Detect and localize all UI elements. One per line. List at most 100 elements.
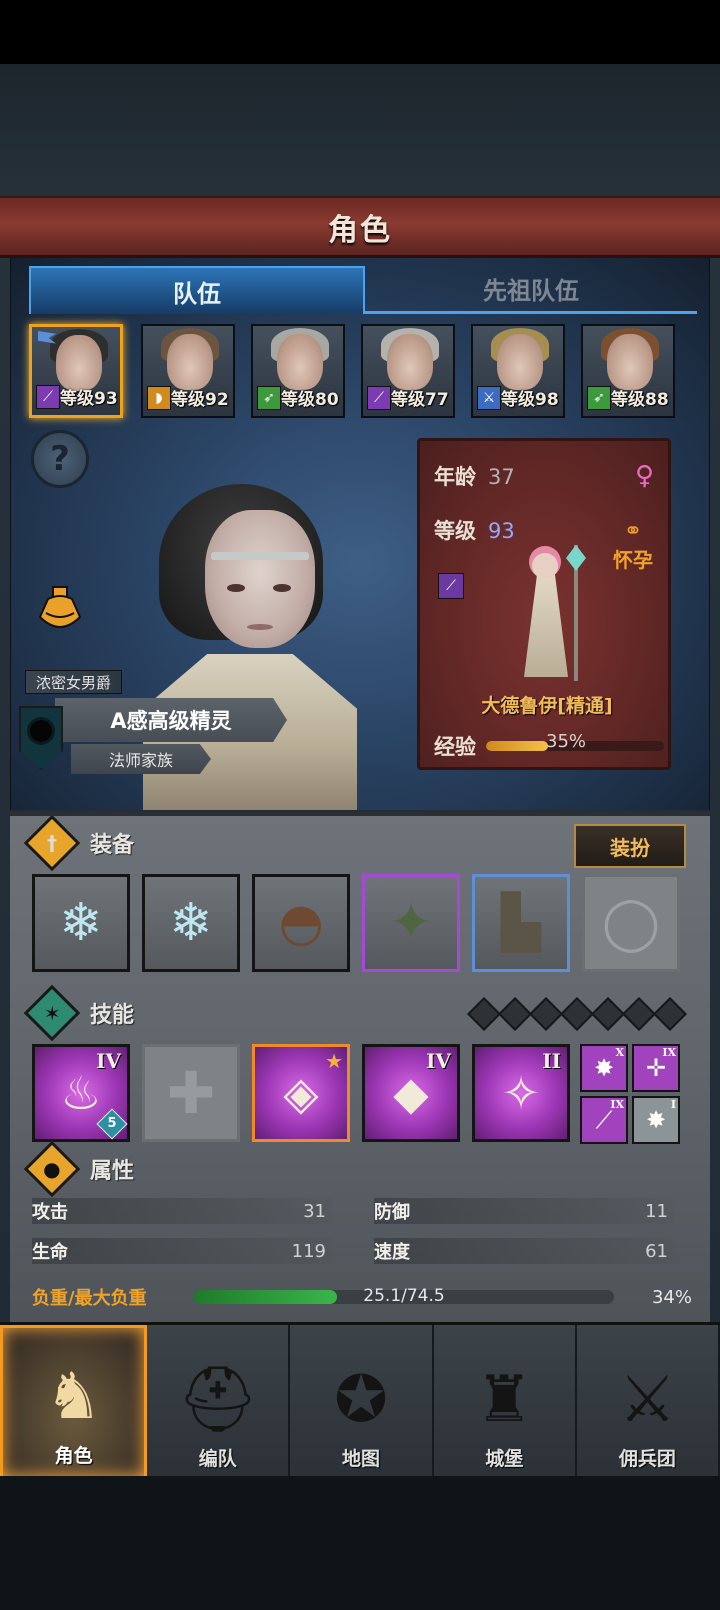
staff-icon: ⟋ xyxy=(36,385,60,409)
passive-skill-1[interactable]: ✸ X xyxy=(580,1044,628,1092)
character-info-card: 年龄 37 ♀ 等级 93 ⚭ 怀孕 ⟋ 大德鲁伊[精通] 经验 35% xyxy=(417,438,671,770)
skill-slot-3[interactable]: ◈ ★ xyxy=(252,1044,350,1142)
age-value: 37 xyxy=(488,465,515,489)
passive-skill-2[interactable]: ✛ IX xyxy=(632,1044,680,1092)
skill-slot-1[interactable]: ♨ IV 5 xyxy=(32,1044,130,1142)
dagger-icon: † xyxy=(23,814,81,872)
member-level: 等级88 xyxy=(611,390,669,410)
passive-skill-4[interactable]: ✸ I xyxy=(632,1096,680,1144)
stat-defense: 防御 11 xyxy=(374,1198,674,1224)
nav-mercenary[interactable]: ⚔ 佣兵团 xyxy=(576,1325,720,1479)
equipment-slot-body[interactable]: ✦ xyxy=(362,874,460,972)
member-portrait xyxy=(387,334,433,390)
pregnancy-label: 怀孕 xyxy=(613,548,653,572)
nav-label: 城堡 xyxy=(485,1448,524,1470)
skill-slot-5[interactable]: ✧ II xyxy=(472,1044,570,1142)
nav-formation[interactable]: ⛑ 编队 xyxy=(147,1325,291,1479)
skill-rank: I xyxy=(670,1098,676,1111)
member-level: 等级93 xyxy=(60,389,118,409)
level-label: 等级 xyxy=(434,519,476,543)
class-figure xyxy=(516,545,586,685)
star-burst-icon: ✶ xyxy=(23,984,81,1042)
exp-label: 经验 xyxy=(434,735,476,759)
rings-icon: ⚭ xyxy=(623,519,643,544)
load-value: 25.1/74.5 xyxy=(363,1286,445,1306)
character-eye xyxy=(227,584,245,592)
help-button[interactable]: ? xyxy=(31,430,89,488)
character-name[interactable]: A感高级精灵 xyxy=(55,698,287,742)
bow-icon: ➶ xyxy=(257,386,281,410)
skill-slot-2[interactable]: ✚ xyxy=(142,1044,240,1142)
age-label: 年龄 xyxy=(434,465,476,489)
knight-icon: ♞ xyxy=(44,1360,103,1434)
attributes-label: 属性 xyxy=(90,1159,135,1184)
stat-label: 攻击 xyxy=(32,1202,68,1223)
team-member-6[interactable]: ➶ 等级88 xyxy=(581,324,675,418)
holy-spear-icon: ✧ xyxy=(501,1066,541,1120)
skill-slot-4[interactable]: ◆ IV xyxy=(362,1044,460,1142)
equipment-slot-head[interactable]: ◓ xyxy=(252,874,350,972)
stat-label: 速度 xyxy=(374,1242,410,1263)
character-lips xyxy=(247,624,273,630)
gem-slot-icon xyxy=(653,997,687,1031)
equipment-slot-offhand[interactable]: ❄ xyxy=(142,874,240,972)
fire-icon: ♨ xyxy=(60,1066,102,1120)
member-level: 等级80 xyxy=(281,390,339,410)
level-value: 93 xyxy=(488,519,515,543)
equipment-label: 装备 xyxy=(90,833,135,858)
nav-label: 佣兵团 xyxy=(618,1448,676,1470)
bottom-navigation: ♞ 角色 ⛑ 编队 ✪ 地图 ♜ 城堡 ⚔ 佣兵团 xyxy=(0,1322,720,1479)
team-member-1[interactable]: ⟋ 等级93 xyxy=(29,324,123,418)
boots-icon: ▙ xyxy=(501,893,541,953)
skill-gem-slots xyxy=(467,997,687,1031)
tab-ancestor-team[interactable]: 先祖队伍 xyxy=(365,266,697,314)
team-member-3[interactable]: ➶ 等级80 xyxy=(251,324,345,418)
passive-skill-grid: ✸ X ✛ IX ⟋ IX ✸ I xyxy=(580,1044,682,1144)
nav-map[interactable]: ✪ 地图 xyxy=(290,1325,434,1479)
system-navigation-area xyxy=(0,1476,720,1610)
team-member-4[interactable]: ⟋ 等级77 xyxy=(361,324,455,418)
mercenary-icon: ⚔ xyxy=(618,1363,677,1437)
gem-slot-icon xyxy=(529,997,563,1031)
team-member-5[interactable]: ⚔ 等级98 xyxy=(471,324,565,418)
member-level: 等级77 xyxy=(391,390,449,410)
tab-team[interactable]: 队伍 xyxy=(29,266,365,314)
fur-cloak-icon: ✦ xyxy=(389,893,433,953)
equipment-slot-feet[interactable]: ▙ xyxy=(472,874,570,972)
stat-value: 119 xyxy=(291,1240,326,1262)
sword-icon: ⚔ xyxy=(477,386,501,410)
skill-rank: IX xyxy=(662,1046,676,1059)
equipment-slot-ring[interactable]: ◯ xyxy=(582,874,680,972)
character-headband xyxy=(211,552,309,560)
skill-rank: IV xyxy=(96,1049,121,1073)
nav-character[interactable]: ♞ 角色 xyxy=(0,1325,148,1479)
dress-up-button[interactable]: 装扮 xyxy=(574,824,686,868)
skill-rank: II xyxy=(542,1049,561,1073)
pregnancy-status[interactable]: ⚭ 怀孕 xyxy=(612,519,654,573)
staff-icon: ⟋ xyxy=(367,386,391,410)
stat-label: 防御 xyxy=(374,1202,410,1223)
status-bar-area xyxy=(0,0,720,64)
passive-skill-3[interactable]: ⟋ IX xyxy=(580,1096,628,1144)
stat-value: 31 xyxy=(303,1200,326,1222)
member-portrait xyxy=(56,335,102,391)
member-portrait xyxy=(167,334,213,390)
family-crest-icon[interactable] xyxy=(19,706,63,770)
skill-gem-badge: 5 xyxy=(96,1108,128,1140)
character-family: 法师家族 xyxy=(71,744,211,774)
gem-slot-icon xyxy=(622,997,656,1031)
shield-icon: ◗ xyxy=(147,386,171,410)
nav-castle[interactable]: ♜ 城堡 xyxy=(433,1325,577,1479)
team-member-2[interactable]: ◗ 等级92 xyxy=(141,324,235,418)
skill-rank: IV xyxy=(426,1049,451,1073)
crystal-arm-icon: ◆ xyxy=(393,1066,429,1120)
stat-hp: 生命 119 xyxy=(32,1238,332,1264)
compass-map-icon: ✪ xyxy=(334,1363,388,1437)
equipment-slot-weapon[interactable]: ❄ xyxy=(32,874,130,972)
character-panel: 队伍 先祖队伍 ⟋ 等级93 ◗ 等级92 ➶ 等级80 ⟋ 等级77 ⚔ 等级… xyxy=(10,258,710,810)
member-portrait xyxy=(497,334,543,390)
gem-slot-icon xyxy=(591,997,625,1031)
team-roster: ⟋ 等级93 ◗ 等级92 ➶ 等级80 ⟋ 等级77 ⚔ 等级98 ➶ 等级8… xyxy=(29,324,699,420)
potion-button[interactable] xyxy=(31,580,89,638)
ring-slot-icon: ◯ xyxy=(601,893,661,953)
